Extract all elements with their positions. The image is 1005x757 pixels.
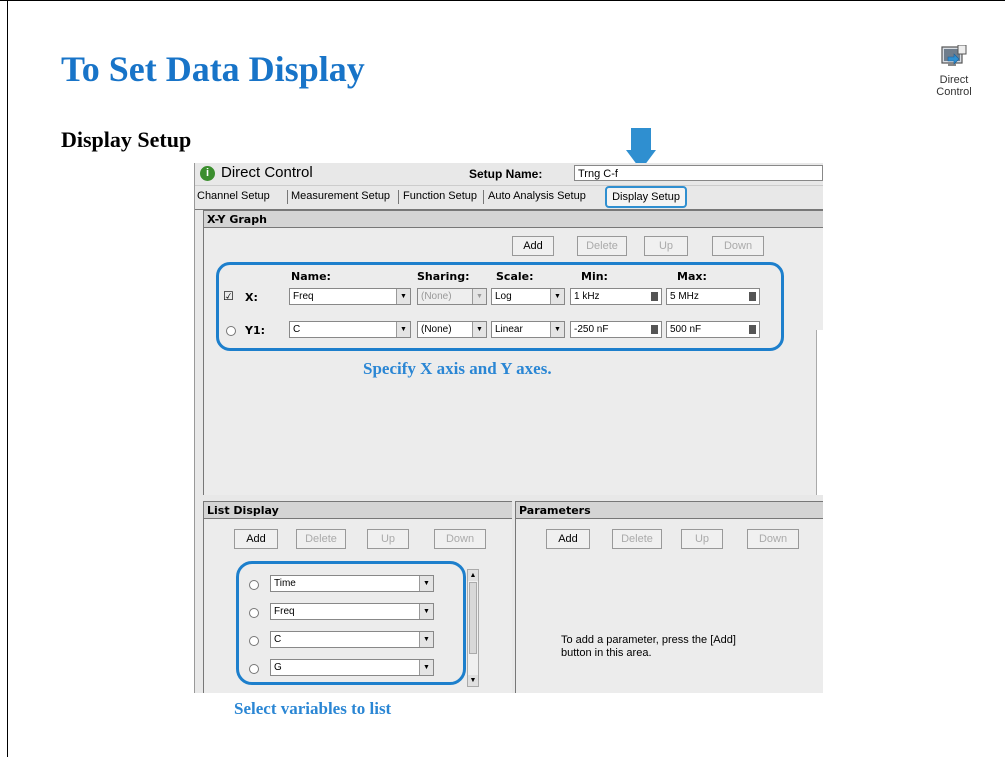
window-title: Direct Control <box>221 164 313 181</box>
info-icon[interactable]: i <box>200 166 215 181</box>
tab-separator <box>483 190 484 204</box>
direct-control-icon <box>940 44 968 71</box>
xy-add-button[interactable]: Add <box>512 236 554 256</box>
param-down-button[interactable]: Down <box>747 529 799 549</box>
tab-auto-analysis-setup[interactable]: Auto Analysis Setup <box>488 190 586 202</box>
xy-graph-header: X-Y Graph <box>204 210 823 228</box>
setup-name-input[interactable]: Trng C-f <box>574 165 823 181</box>
setup-name-label: Setup Name: <box>469 167 543 181</box>
xy-graph-panel: X-Y Graph Add Delete Up Down Name: Shari… <box>203 210 823 495</box>
list-delete-button[interactable]: Delete <box>296 529 346 549</box>
tab-display-setup[interactable]: Display Setup <box>605 186 687 208</box>
xy-down-button[interactable]: Down <box>712 236 764 256</box>
direct-control-label-2: Control <box>936 86 972 98</box>
parameters-hint-line2: button in this area. <box>561 647 652 659</box>
parameters-hint-line1: To add a parameter, press the [Add] <box>561 634 736 646</box>
scroll-up-arrow-icon[interactable]: ▲ <box>468 570 478 581</box>
parameters-panel: Parameters Add Delete Up Down To add a p… <box>515 501 823 693</box>
tab-separator <box>287 190 288 204</box>
list-add-button[interactable]: Add <box>234 529 278 549</box>
xy-scrollbar-track[interactable] <box>816 330 823 495</box>
direct-control-shortcut[interactable]: Direct Control <box>930 44 978 98</box>
direct-control-window: i Direct Control Setup Name: Trng C-f Ch… <box>194 163 823 693</box>
axes-highlight-frame <box>216 262 784 351</box>
list-scrollbar[interactable]: ▲ ▼ <box>467 569 479 687</box>
tab-function-setup[interactable]: Function Setup <box>403 190 477 202</box>
window-header: i Direct Control Setup Name: Trng C-f <box>195 163 823 186</box>
slide-subtitle: Display Setup <box>61 127 192 152</box>
tab-channel-setup[interactable]: Channel Setup <box>197 190 270 202</box>
list-down-button[interactable]: Down <box>434 529 486 549</box>
scroll-thumb[interactable] <box>469 582 477 654</box>
param-add-button[interactable]: Add <box>546 529 590 549</box>
list-highlight-frame <box>236 561 466 685</box>
param-up-button[interactable]: Up <box>681 529 723 549</box>
slide-title: To Set Data Display <box>61 49 365 89</box>
slide-frame-left <box>7 0 8 757</box>
xy-delete-button[interactable]: Delete <box>577 236 627 256</box>
list-callout: Select variables to list <box>234 699 392 718</box>
scroll-down-arrow-icon[interactable]: ▼ <box>468 675 478 686</box>
xy-up-button[interactable]: Up <box>644 236 688 256</box>
list-display-panel: List Display Add Delete Up Down Time ▼ Fr… <box>203 501 512 693</box>
direct-control-label-1: Direct <box>939 74 969 86</box>
list-up-button[interactable]: Up <box>367 529 409 549</box>
tab-measurement-setup[interactable]: Measurement Setup <box>291 190 390 202</box>
slide-frame-top <box>0 0 1005 1</box>
axes-callout: Specify X axis and Y axes. <box>363 359 552 378</box>
parameters-header: Parameters <box>516 501 823 519</box>
tab-separator <box>398 190 399 204</box>
param-delete-button[interactable]: Delete <box>612 529 662 549</box>
tab-bar: Channel Setup Measurement Setup Function… <box>195 186 823 210</box>
list-display-header: List Display <box>204 501 512 519</box>
